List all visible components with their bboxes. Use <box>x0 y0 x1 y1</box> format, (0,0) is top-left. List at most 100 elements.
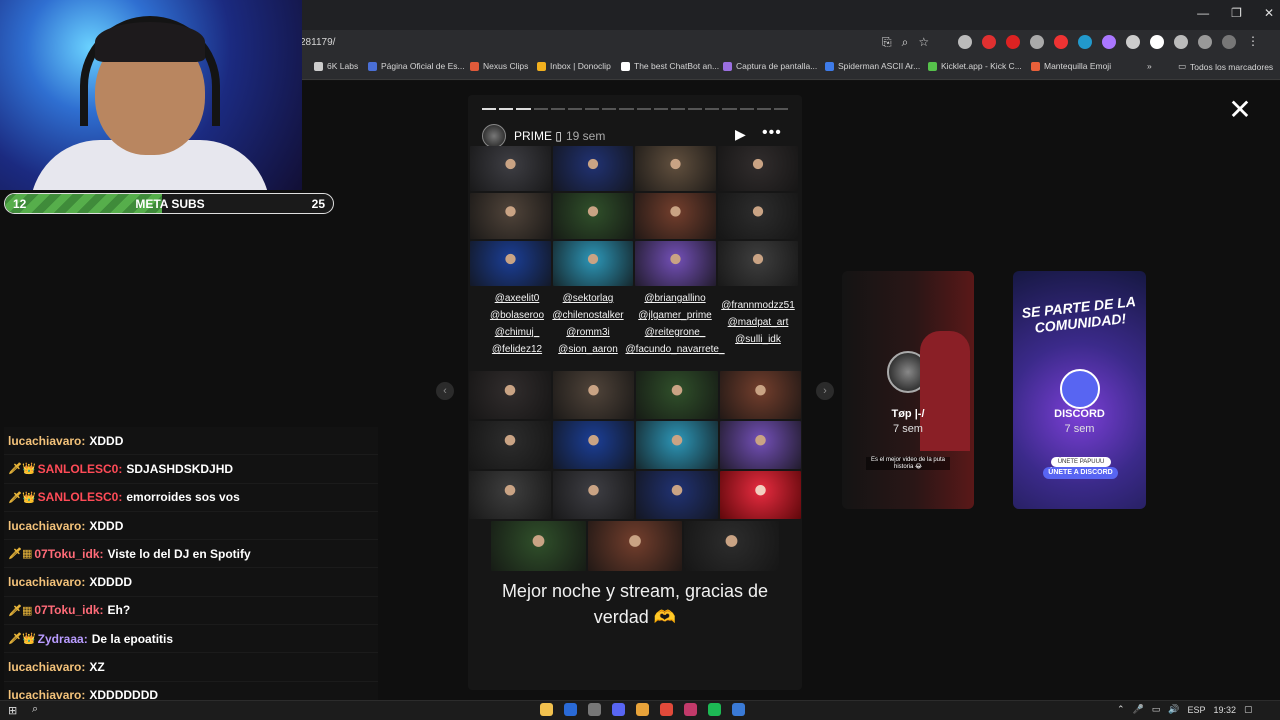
chat-text: emorroides sos vos <box>126 490 240 505</box>
story-username[interactable]: PRIME ▯ <box>514 129 562 143</box>
minimize-button[interactable]: — <box>1197 6 1209 20</box>
url-text[interactable]: 281179/ <box>300 37 335 48</box>
cast-icon[interactable]: ⎘ <box>882 35 892 50</box>
extensions-puzzle-icon[interactable] <box>1198 35 1212 49</box>
tagged-user-link[interactable]: @frannmodzz51 <box>718 297 798 314</box>
tagged-user-link[interactable]: @chimuj_ <box>482 324 552 341</box>
previous-story-button[interactable]: ‹ <box>436 382 454 400</box>
close-window-button[interactable]: ✕ <box>1264 6 1274 20</box>
tagged-user-link[interactable]: @axeelit0 <box>482 290 552 307</box>
bookmark-item[interactable]: 6K Labs <box>314 61 358 71</box>
extension-icon[interactable] <box>1102 35 1116 49</box>
extension-icon[interactable] <box>1126 35 1140 49</box>
spotify-icon[interactable] <box>708 703 721 716</box>
sub-goal-label: META SUBS <box>135 197 205 211</box>
extension-icon[interactable] <box>1174 35 1188 49</box>
search-icon[interactable]: ⌕ <box>32 703 38 716</box>
app-icon[interactable] <box>588 703 601 716</box>
chat-username: lucachiavaro: <box>8 660 86 675</box>
all-bookmarks-button[interactable]: ▭ Todos los marcadores <box>1178 61 1273 72</box>
tagged-user-link[interactable]: @sion_aaron <box>550 341 626 358</box>
more-options-icon[interactable]: ••• <box>762 124 782 142</box>
language-indicator[interactable]: ESP <box>1188 705 1206 715</box>
tagged-user-link[interactable]: @romm3i <box>550 324 626 341</box>
story-progress-segments <box>482 108 789 111</box>
chevron-up-icon[interactable]: ⌃ <box>1117 704 1125 715</box>
bookmark-favicon-icon <box>621 61 630 71</box>
next-story-button[interactable]: › <box>816 382 834 400</box>
steam-icon[interactable] <box>564 703 577 716</box>
clock[interactable]: 19:32 <box>1214 705 1237 715</box>
chat-message: lucachiavaro: XDDDD <box>4 568 378 597</box>
tagged-user-link[interactable]: @sektorlag <box>550 290 626 307</box>
discord-icon[interactable] <box>612 703 625 716</box>
profile-icon[interactable] <box>1222 35 1236 49</box>
progress-segment <box>688 108 703 110</box>
tag-column-1: @axeelit0 @bolaseroo @chimuj_ @felidez12 <box>482 290 552 358</box>
tagged-user-link[interactable]: @sulli_idk <box>718 331 798 348</box>
bookmark-item[interactable]: Inbox | Donoclip <box>537 61 611 71</box>
stream-thumbnail <box>469 471 551 519</box>
tag-column-2: @sektorlag @chilenostalker @romm3i @sion_aa… <box>550 290 626 358</box>
stream-thumbnail <box>552 471 634 519</box>
bookmark-item[interactable]: Spiderman ASCII Ar... <box>825 61 920 71</box>
bookmark-item[interactable]: Captura de pantalla... <box>723 61 817 71</box>
progress-segment <box>653 108 668 110</box>
chrome-icon[interactable] <box>636 703 649 716</box>
story-timestamp: 19 sem <box>566 129 606 143</box>
story-preview-card[interactable]: Tøp |-/ 7 sem Es el mejor video de la pu… <box>842 271 974 509</box>
windows-start-icon[interactable]: ⊞ <box>8 704 17 717</box>
bookmark-item[interactable]: Nexus Clips <box>470 61 528 71</box>
story-caption: Mejor noche y stream, gracias de verdad … <box>501 581 769 627</box>
tagged-user-link[interactable]: @jlgamer_prime <box>624 307 726 324</box>
file-explorer-icon[interactable] <box>540 703 553 716</box>
tagged-user-link[interactable]: @madpat_art <box>718 314 798 331</box>
tagged-user-link[interactable]: @facundo_navarrete_ <box>624 341 726 358</box>
bookmark-favicon-icon <box>1031 61 1040 71</box>
close-story-button[interactable]: ✕ <box>1228 96 1252 124</box>
chat-message: 🗡▦ 07Toku_idk: Eh? <box>4 596 378 626</box>
star-icon[interactable]: ☆ <box>918 35 929 50</box>
tagged-user-link[interactable]: @bolaseroo <box>482 307 552 324</box>
extension-icon[interactable] <box>1054 35 1068 49</box>
sub-goal-target: 25 <box>311 197 325 211</box>
notification-icon[interactable]: ▢ <box>1244 704 1253 715</box>
system-tray: ⌃ 🎤 ▭ 🔊 ESP 19:32 ▢ <box>1117 704 1253 715</box>
bookmark-item[interactable]: Kicklet.app - Kick C... <box>928 61 1022 71</box>
tagged-user-link[interactable]: @reitegrone_ <box>624 324 726 341</box>
extension-icon[interactable] <box>1150 35 1164 49</box>
stream-thumbnail <box>470 240 551 286</box>
extension-icon[interactable] <box>1006 35 1020 49</box>
chat-username: 07Toku_idk: <box>34 546 104 561</box>
bookmark-item[interactable]: Mantequilla Emoji <box>1031 61 1111 71</box>
extension-icon[interactable] <box>1078 35 1092 49</box>
brave-icon[interactable] <box>660 703 673 716</box>
tagged-user-link[interactable]: @chilenostalker <box>550 307 626 324</box>
collage-last-row <box>491 521 779 571</box>
bookmark-item[interactable]: The best ChatBot an... <box>621 61 719 71</box>
maximize-button[interactable]: ❐ <box>1231 6 1242 20</box>
story-preview-card[interactable]: SE PARTE DE LA COMUNIDAD! DISCORD 7 sem … <box>1013 271 1146 509</box>
network-icon[interactable]: ▭ <box>1152 704 1161 715</box>
stream-thumbnail <box>636 471 718 519</box>
app-icon[interactable] <box>732 703 745 716</box>
tag-column-4: @frannmodzz51 @madpat_art @sulli_idk <box>718 297 798 348</box>
tagged-user-link[interactable]: @felidez12 <box>482 341 552 358</box>
extension-icon[interactable] <box>1030 35 1044 49</box>
zoom-icon[interactable]: ⌕ <box>902 35 909 50</box>
chat-message: 🗡▦ 07Toku_idk: Viste lo del DJ en Spotify <box>4 540 378 569</box>
menu-icon[interactable]: ⋮ <box>1246 35 1260 49</box>
chat-overlay: lucachiavaro: XDDD 🗡👑 SANLOLESC0: SDJASHDSKD… <box>4 427 378 710</box>
chat-text: Viste lo del DJ en Spotify <box>107 546 251 561</box>
avatar[interactable] <box>482 124 506 148</box>
microphone-icon[interactable]: 🎤 <box>1133 704 1144 715</box>
play-icon[interactable]: ▶ <box>735 126 746 143</box>
extension-icon[interactable] <box>958 35 972 49</box>
tagged-user-link[interactable]: @briangallino <box>624 290 726 307</box>
stream-thumbnail <box>635 193 716 239</box>
extension-icon[interactable] <box>982 35 996 49</box>
app-icon[interactable] <box>684 703 697 716</box>
volume-icon[interactable]: 🔊 <box>1168 704 1179 715</box>
bookmark-item[interactable]: Página Oficial de Es... <box>368 61 465 71</box>
bookmarks-more-button[interactable]: » <box>1147 61 1152 71</box>
